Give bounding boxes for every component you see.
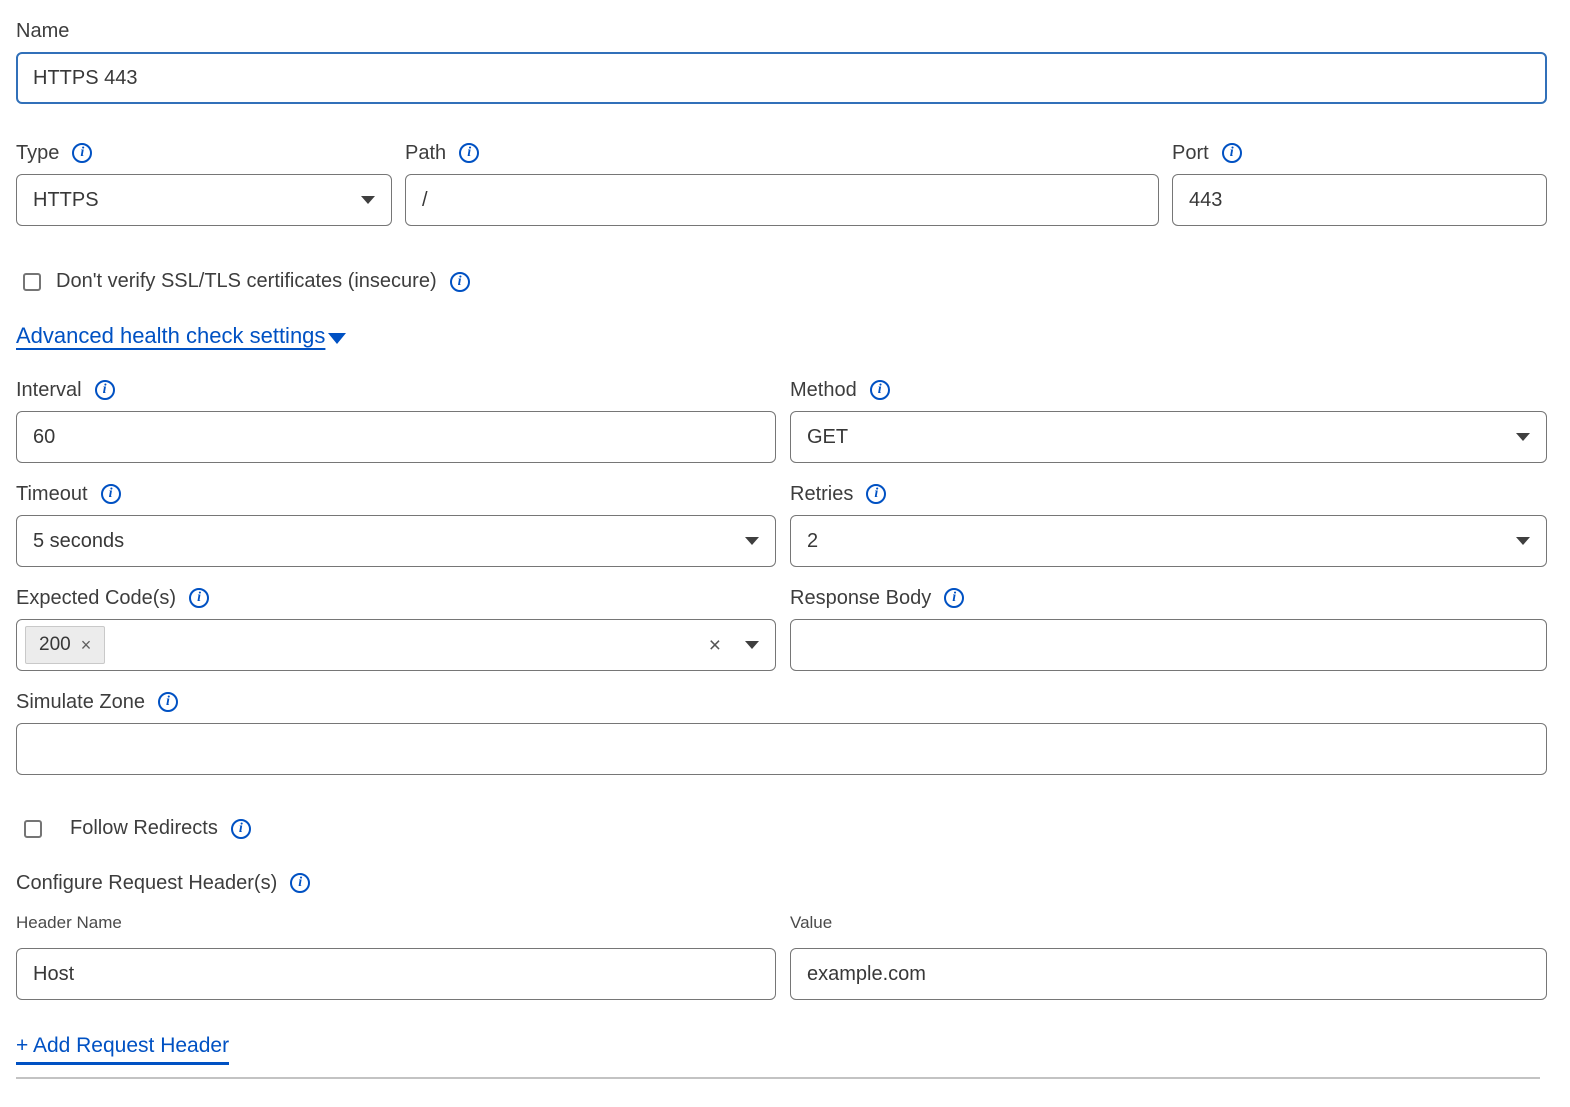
type-label: Type xyxy=(16,140,59,166)
interval-label: Interval xyxy=(16,377,82,403)
type-field-group: Type i HTTPS xyxy=(16,140,392,226)
header-value-input[interactable] xyxy=(790,948,1547,1000)
path-field-group: Path i xyxy=(405,140,1159,226)
chevron-down-icon[interactable] xyxy=(745,641,759,649)
info-glyph: i xyxy=(467,145,471,161)
name-field-group: Name xyxy=(16,18,1547,104)
timeout-select[interactable]: 5 seconds xyxy=(16,515,776,567)
health-check-form: Name Type i HTTPS Path i Port i xyxy=(0,0,1570,1079)
timeout-select-value: 5 seconds xyxy=(33,530,124,553)
header-value-field-group: Value xyxy=(790,912,1547,1000)
response-body-input[interactable] xyxy=(790,619,1547,671)
info-icon[interactable]: i xyxy=(189,588,209,608)
type-select[interactable]: HTTPS xyxy=(16,174,392,226)
ssl-verify-checkbox[interactable] xyxy=(23,273,41,291)
ssl-verify-label: Don't verify SSL/TLS certificates (insec… xyxy=(56,270,437,293)
request-headers-label: Configure Request Header(s) xyxy=(16,870,277,896)
simulate-zone-field-group: Simulate Zone i xyxy=(16,689,1547,775)
info-icon[interactable]: i xyxy=(158,692,178,712)
info-icon[interactable]: i xyxy=(101,484,121,504)
info-icon[interactable]: i xyxy=(1222,143,1242,163)
codes-body-row: Expected Code(s) i 200 × × Response Body… xyxy=(16,585,1547,671)
method-select-value: GET xyxy=(807,426,848,449)
info-icon[interactable]: i xyxy=(231,819,251,839)
path-label: Path xyxy=(405,140,446,166)
header-value-label: Value xyxy=(790,912,832,934)
info-glyph: i xyxy=(874,486,878,502)
info-glyph: i xyxy=(109,486,113,502)
expected-codes-field-group: Expected Code(s) i 200 × × xyxy=(16,585,776,671)
method-field-group: Method i GET xyxy=(790,377,1547,463)
code-chip-text: 200 xyxy=(39,634,71,656)
name-label: Name xyxy=(16,18,69,44)
info-icon[interactable]: i xyxy=(95,380,115,400)
type-select-value: HTTPS xyxy=(33,189,99,212)
timeout-retries-row: Timeout i 5 seconds Retries i 2 xyxy=(16,481,1547,567)
simulate-zone-input[interactable] xyxy=(16,723,1547,775)
retries-select-value: 2 xyxy=(807,530,818,553)
clear-all-icon[interactable]: × xyxy=(709,635,721,656)
chevron-down-icon xyxy=(1516,537,1530,545)
info-icon[interactable]: i xyxy=(944,588,964,608)
info-icon[interactable]: i xyxy=(866,484,886,504)
chevron-down-icon xyxy=(1516,433,1530,441)
info-glyph: i xyxy=(103,382,107,398)
name-input[interactable] xyxy=(16,52,1547,104)
method-label: Method xyxy=(790,377,857,403)
chevron-down-icon xyxy=(745,537,759,545)
interval-input[interactable] xyxy=(16,411,776,463)
header-name-label: Header Name xyxy=(16,912,122,934)
expected-codes-multiselect[interactable]: 200 × × xyxy=(16,619,776,671)
follow-redirects-checkbox[interactable] xyxy=(24,820,42,838)
info-glyph: i xyxy=(952,590,956,606)
response-body-field-group: Response Body i xyxy=(790,585,1547,671)
port-label: Port xyxy=(1172,140,1209,166)
chevron-down-icon xyxy=(361,196,375,204)
advanced-settings-link[interactable]: Advanced health check settings xyxy=(16,323,325,349)
request-headers-section-label-row: Configure Request Header(s) i xyxy=(16,870,1547,896)
info-glyph: i xyxy=(878,382,882,398)
simulate-zone-label: Simulate Zone xyxy=(16,689,145,715)
port-input[interactable] xyxy=(1172,174,1547,226)
info-glyph: i xyxy=(298,875,302,891)
retries-field-group: Retries i 2 xyxy=(790,481,1547,567)
timeout-label: Timeout xyxy=(16,481,88,507)
interval-method-row: Interval i Method i GET xyxy=(16,377,1547,463)
info-icon[interactable]: i xyxy=(459,143,479,163)
info-glyph: i xyxy=(80,145,84,161)
triangle-down-icon[interactable] xyxy=(328,333,346,344)
chip-remove-icon[interactable]: × xyxy=(81,635,92,656)
retries-label: Retries xyxy=(790,481,853,507)
method-select[interactable]: GET xyxy=(790,411,1547,463)
info-icon[interactable]: i xyxy=(72,143,92,163)
header-name-field-group: Header Name xyxy=(16,912,776,1000)
retries-select[interactable]: 2 xyxy=(790,515,1547,567)
info-icon[interactable]: i xyxy=(290,873,310,893)
info-glyph: i xyxy=(239,821,243,837)
info-glyph: i xyxy=(197,590,201,606)
info-glyph: i xyxy=(1230,145,1234,161)
code-chip: 200 × xyxy=(25,626,105,664)
info-icon[interactable]: i xyxy=(870,380,890,400)
expected-codes-label: Expected Code(s) xyxy=(16,585,176,611)
info-glyph: i xyxy=(166,694,170,710)
add-request-header-link[interactable]: + Add Request Header xyxy=(16,1034,229,1065)
ssl-verify-checkbox-row: Don't verify SSL/TLS certificates (insec… xyxy=(23,270,1547,293)
follow-redirects-checkbox-row: Follow Redirects i xyxy=(24,817,1547,840)
port-field-group: Port i xyxy=(1172,140,1547,226)
advanced-settings-toggle: Advanced health check settings xyxy=(16,323,1547,349)
header-row: Header Name Value xyxy=(16,912,1547,1000)
timeout-field-group: Timeout i 5 seconds xyxy=(16,481,776,567)
path-input[interactable] xyxy=(405,174,1159,226)
response-body-label: Response Body xyxy=(790,585,931,611)
header-name-input[interactable] xyxy=(16,948,776,1000)
section-divider xyxy=(16,1077,1540,1079)
info-glyph: i xyxy=(458,274,462,290)
info-icon[interactable]: i xyxy=(450,272,470,292)
interval-field-group: Interval i xyxy=(16,377,776,463)
follow-redirects-label: Follow Redirects xyxy=(70,817,218,840)
type-path-port-row: Type i HTTPS Path i Port i xyxy=(16,140,1547,226)
